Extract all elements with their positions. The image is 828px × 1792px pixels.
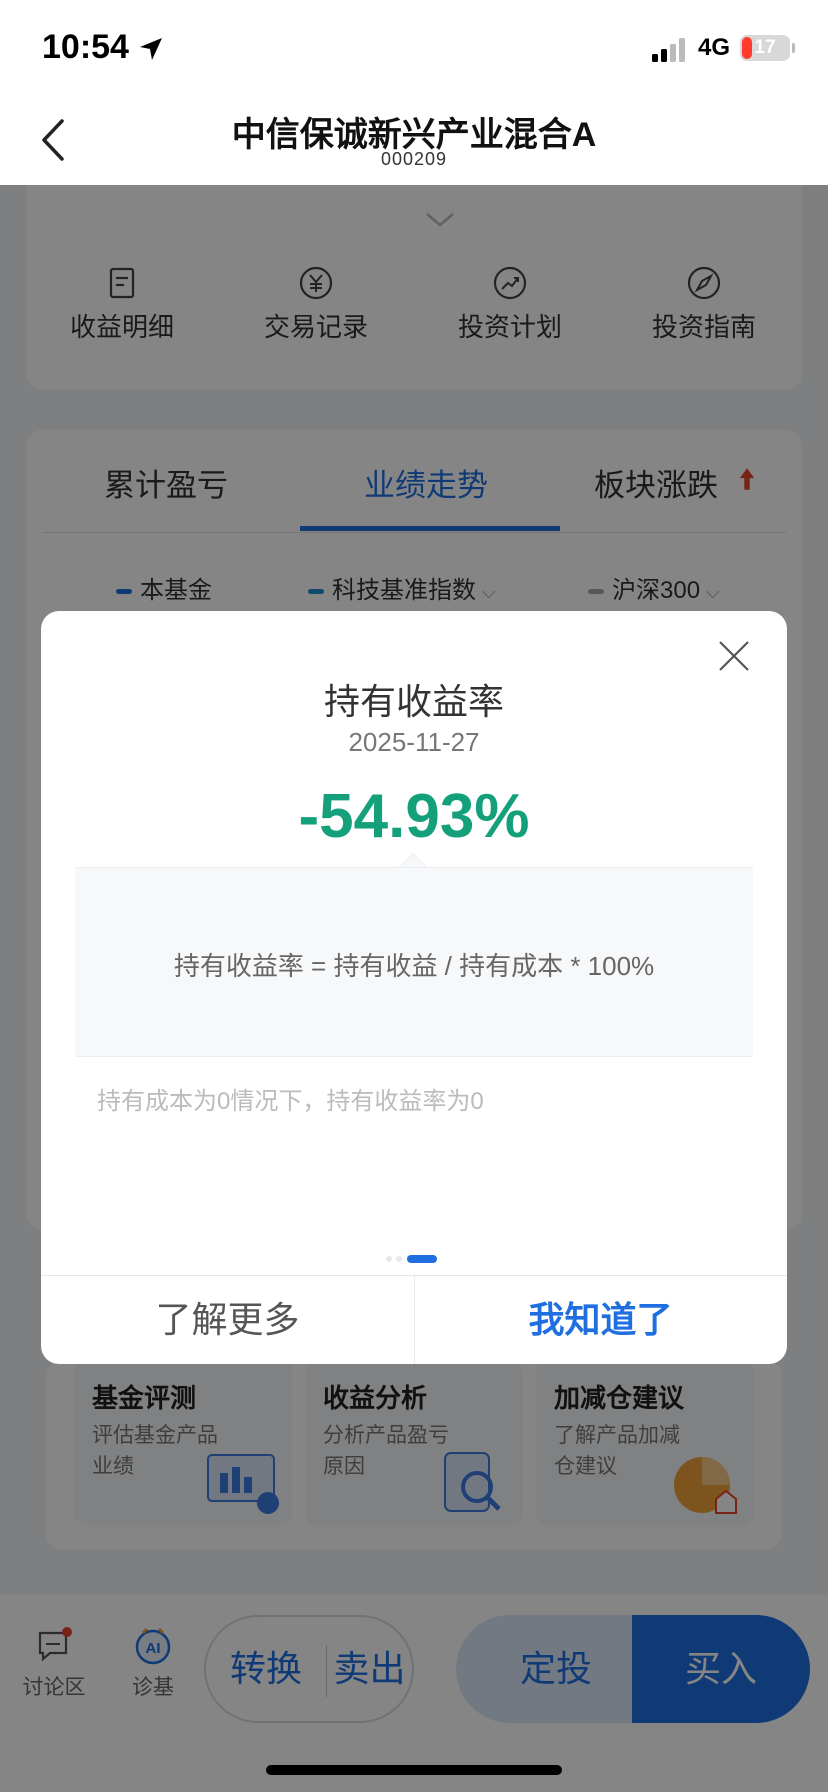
dialog-title: 持有收益率 [323,681,504,722]
status-time: 10:54 [42,28,129,66]
formula-box: 持有收益率 = 持有收益 / 持有成本 * 100% [75,867,753,1057]
page-indicator [386,1255,446,1263]
dialog-note: 持有成本为0情况下，持有收益率为0 [97,1088,484,1115]
got-it-button[interactable]: 我知道了 [414,1275,787,1364]
formula-text: 持有收益率 = 持有收益 / 持有成本 * 100% [173,951,655,981]
battery-icon: 17 [740,35,790,61]
battery-level: 17 [754,37,776,58]
network-label: 4G [698,34,731,61]
signal-icon [652,38,685,62]
location-arrow-icon [140,38,162,60]
holding-return-value: -54.93% [298,782,530,851]
status-bar: 10:54 4G 17 [0,0,828,95]
close-icon[interactable] [717,639,751,673]
holding-return-dialog: 持有收益率 2025-11-27 -54.93% 持有收益率 = 持有收益 / … [41,611,787,1364]
learn-more-button[interactable]: 了解更多 [41,1275,414,1364]
dialog-date: 2025-11-27 [348,727,480,757]
